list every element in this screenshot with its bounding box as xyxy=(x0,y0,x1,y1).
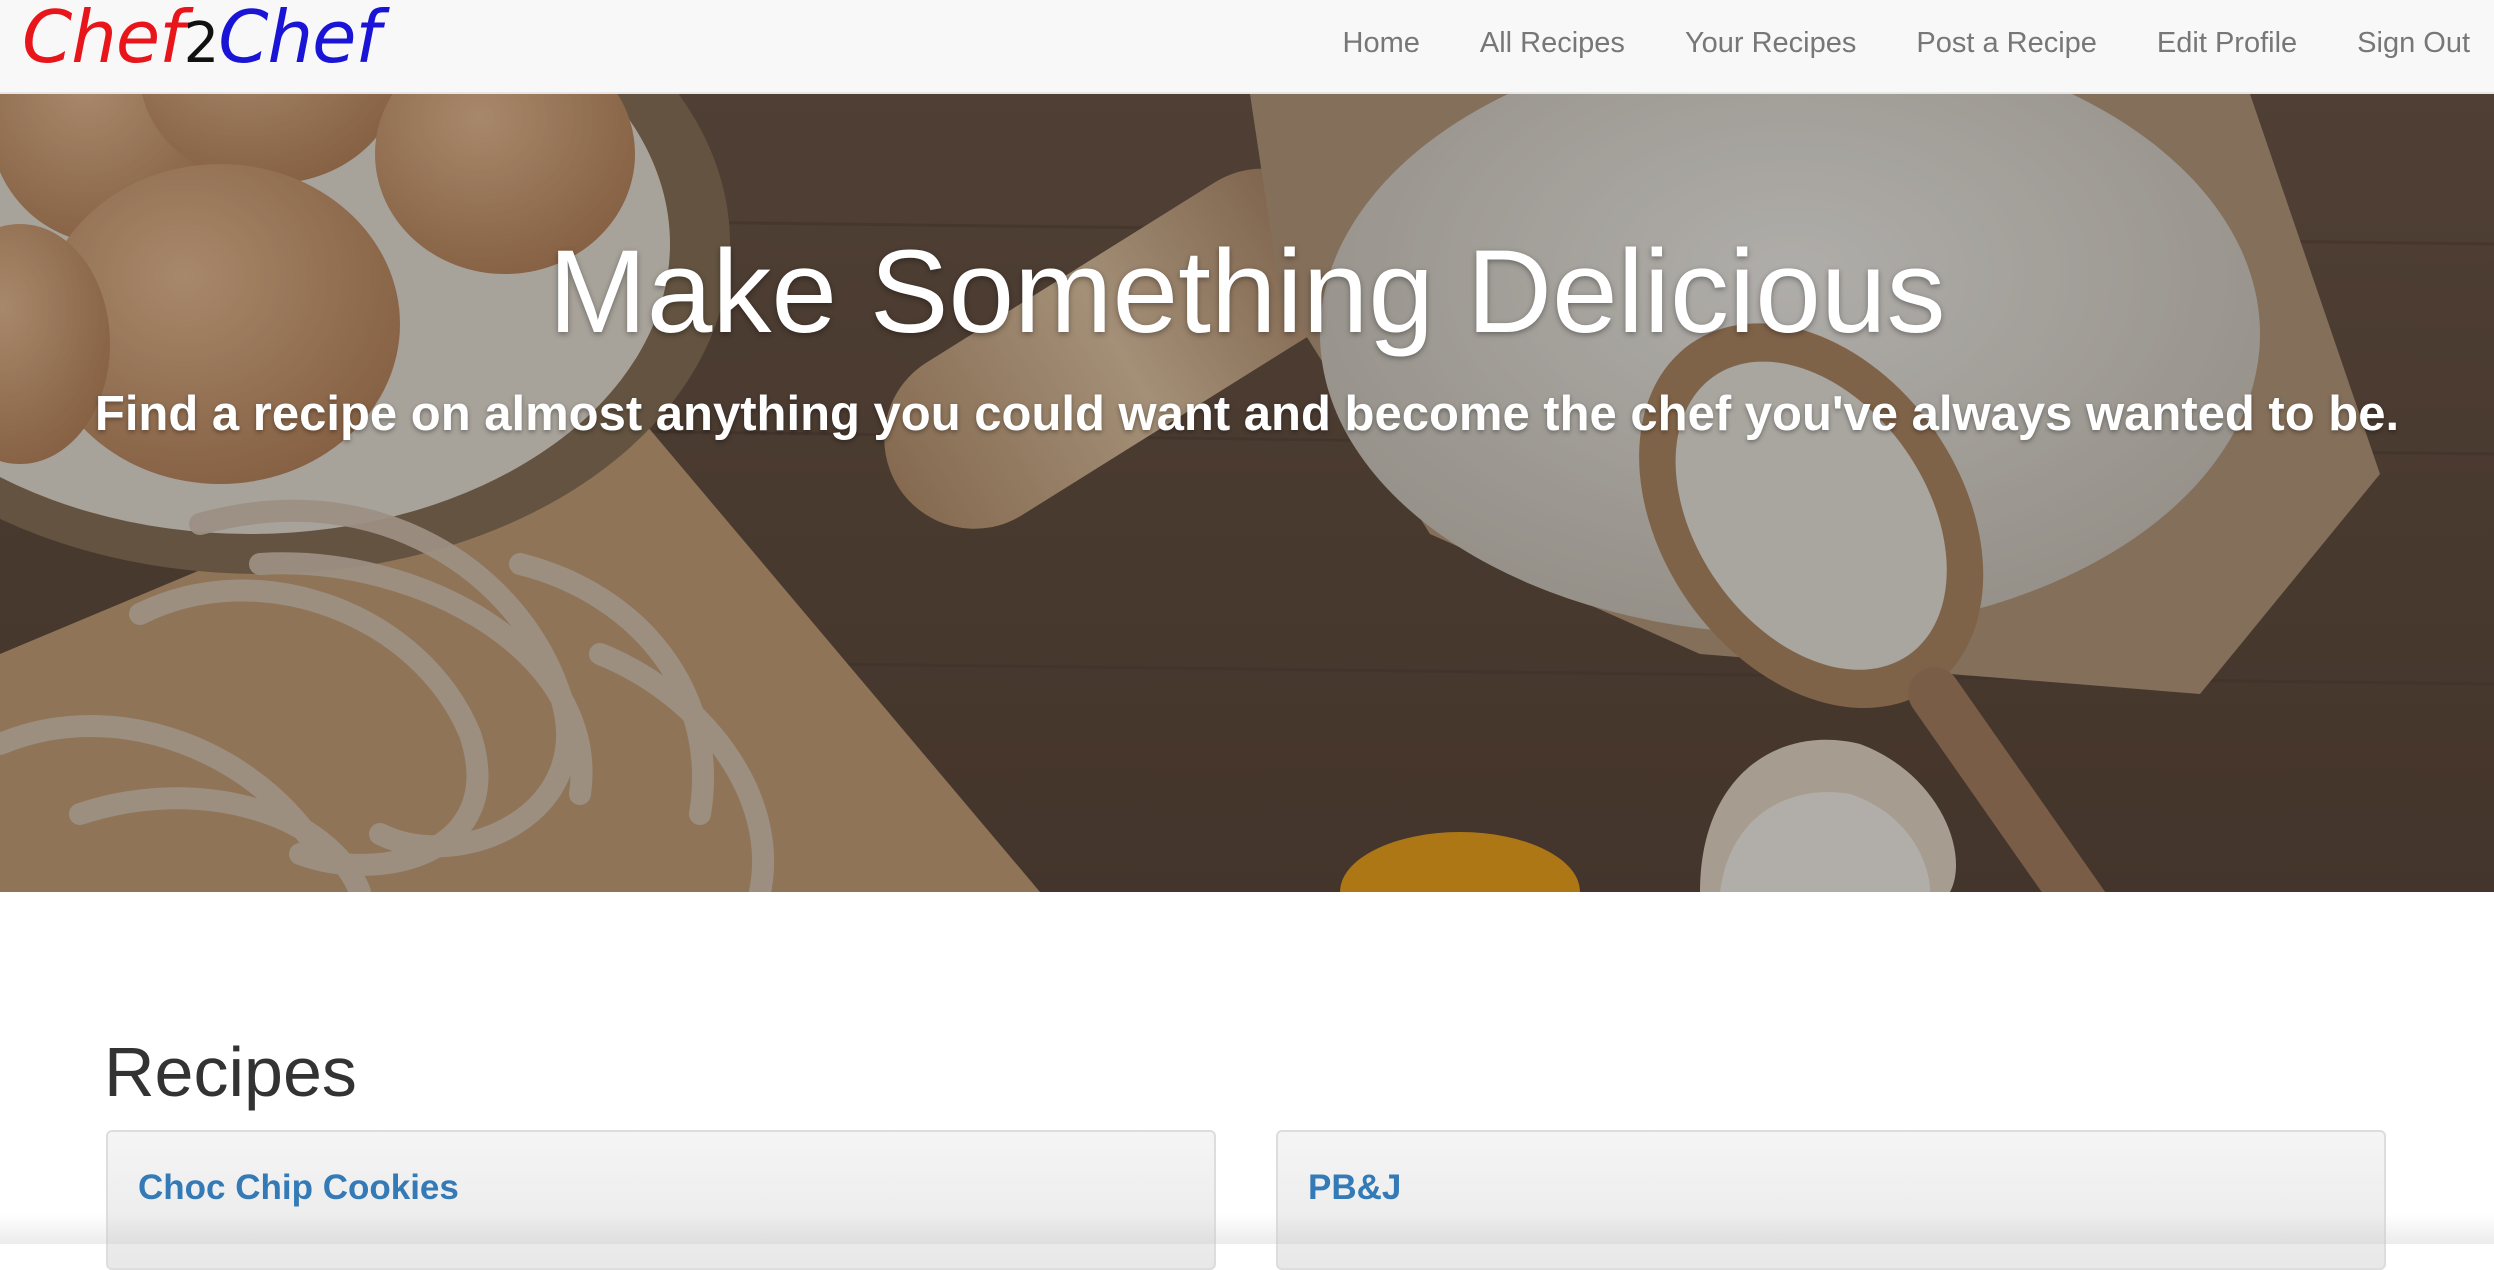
recipe-card-title-link[interactable]: Choc Chip Cookies xyxy=(138,1168,459,1208)
nav-sign-out[interactable]: Sign Out xyxy=(2327,27,2494,60)
brand-part-chef: Chef xyxy=(22,0,185,79)
hero-subtitle: Find a recipe on almost anything you cou… xyxy=(94,387,2400,441)
recipe-card-title-link[interactable]: PB&J xyxy=(1308,1168,1401,1208)
hero-banner: Make Something Delicious Find a recipe o… xyxy=(0,94,2494,892)
nav-edit-profile[interactable]: Edit Profile xyxy=(2127,27,2327,60)
brand-part-2: 2 xyxy=(183,11,220,76)
nav-menu: Home All Recipes Your Recipes Post a Rec… xyxy=(1313,0,2494,86)
nav-all-recipes[interactable]: All Recipes xyxy=(1450,27,1655,60)
brand-part-chef-2: Chef xyxy=(218,0,381,79)
hero-title: Make Something Delicious xyxy=(548,226,1946,358)
recipe-card: PB&J xyxy=(1276,1130,2386,1270)
navbar: Chef2Chef Home All Recipes Your Recipes … xyxy=(0,0,2494,94)
nav-your-recipes[interactable]: Your Recipes xyxy=(1655,27,1886,60)
recipe-card: Choc Chip Cookies xyxy=(106,1130,1216,1270)
hero-overlay xyxy=(0,94,2494,892)
nav-post-a-recipe[interactable]: Post a Recipe xyxy=(1886,27,2127,60)
recipes-heading: Recipes xyxy=(104,1033,357,1111)
nav-home[interactable]: Home xyxy=(1313,27,1450,60)
brand-logo[interactable]: Chef2Chef xyxy=(22,0,381,89)
